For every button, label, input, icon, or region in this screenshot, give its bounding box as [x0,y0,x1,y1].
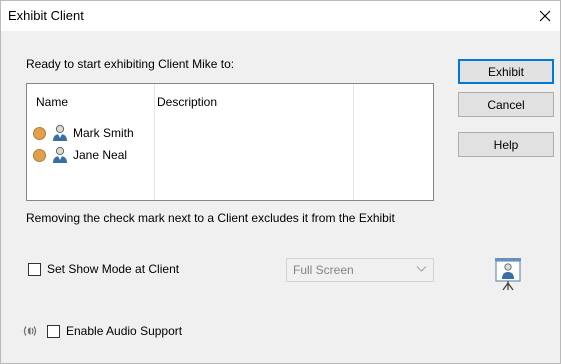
client-name: Mark Smith [73,126,134,140]
client-list[interactable]: Name Description Mark Smith Jane Neal [26,83,434,201]
column-header-description[interactable]: Description [157,95,217,109]
show-mode-select[interactable]: Full Screen [286,258,434,282]
column-divider [154,84,155,200]
client-name: Jane Neal [73,148,128,162]
help-button[interactable]: Help [458,132,554,157]
window-title: Exhibit Client [8,8,84,23]
cancel-button[interactable]: Cancel [458,92,554,117]
person-icon [53,124,67,141]
presentation-screen-icon [495,258,521,291]
chevron-down-icon [416,266,427,272]
list-item[interactable]: Mark Smith [27,122,154,144]
dialog-prompt: Ready to start exhibiting Client Mike to… [26,57,235,71]
column-divider [353,84,354,200]
column-header-name[interactable]: Name [36,95,68,109]
hint-text: Removing the check mark next to a Client… [26,211,395,225]
title-bar: Exhibit Client [1,1,560,31]
close-icon [539,10,551,22]
audio-support-label: Enable Audio Support [66,324,183,338]
close-button[interactable] [530,1,560,31]
exhibit-button[interactable]: Exhibit [458,59,554,84]
audio-support-checkbox[interactable] [47,325,60,338]
list-item[interactable]: Jane Neal [27,144,154,166]
show-mode-select-value: Full Screen [293,263,354,277]
status-dot [33,148,46,162]
status-dot [33,126,46,140]
person-icon [53,146,67,163]
speaker-icon [23,326,37,336]
show-mode-label: Set Show Mode at Client [47,262,180,276]
exhibit-client-dialog: Exhibit Client Ready to start exhibiting… [0,0,561,364]
show-mode-checkbox[interactable] [28,263,41,276]
